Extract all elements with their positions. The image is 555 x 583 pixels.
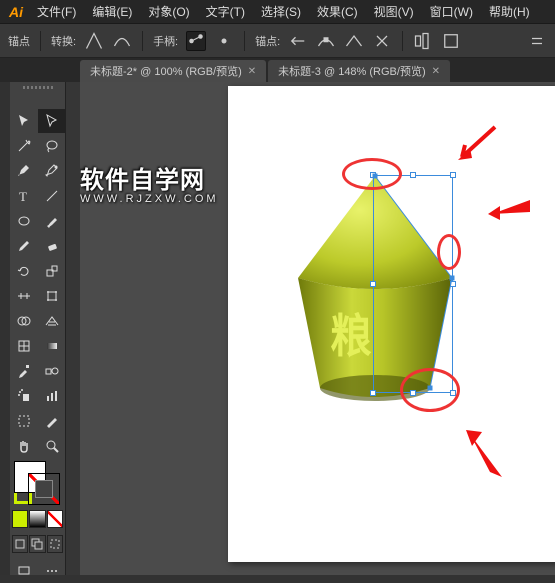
gutter [66,82,80,575]
line-segment-tool[interactable] [38,184,65,208]
hide-handles-icon[interactable] [214,31,234,51]
grain-text: 粮 [330,300,371,366]
close-icon[interactable]: ✕ [432,66,440,77]
direct-selection-tool[interactable] [38,109,65,133]
menu-effect[interactable]: 效果(C) [310,0,365,23]
lasso-tool[interactable] [38,134,65,158]
anchor-point-label: 锚点 [8,33,30,49]
eyedropper-tool[interactable] [10,359,37,383]
draw-normal-icon[interactable] [12,535,28,553]
convert-label: 转换: [51,33,76,49]
edit-toolbar-icon[interactable] [38,559,65,583]
color-swatches[interactable] [10,459,65,505]
draw-behind-icon[interactable] [29,535,45,553]
selection-handle[interactable] [370,390,376,396]
annotation-circle [400,368,460,412]
hand-tool[interactable] [10,434,37,458]
remove-anchor-icon[interactable] [288,31,308,51]
tab-document-2[interactable]: 未标题-3 @ 148% (RGB/预览) ✕ [268,60,450,82]
draw-inside-icon[interactable] [47,535,63,553]
mesh-tool[interactable] [10,334,37,358]
control-bar: 锚点 转换: 手柄: 锚点: [0,24,555,58]
ellipse-tool[interactable] [10,209,37,233]
menu-file[interactable]: 文件(F) [30,0,83,23]
stroke-swatch[interactable] [28,473,60,505]
column-graph-tool[interactable] [38,384,65,408]
annotation-arrow-icon [482,192,532,232]
align-icon[interactable] [413,31,433,51]
selection-handle[interactable] [450,281,456,287]
rotate-tool[interactable] [10,259,37,283]
tab-label: 未标题-2* @ 100% (RGB/预览) [90,63,242,79]
tab-label: 未标题-3 @ 148% (RGB/预览) [278,63,425,79]
eraser-tool[interactable] [38,234,65,258]
annotation-arrow-icon [460,422,510,482]
curvature-tool[interactable] [38,159,65,183]
scale-tool[interactable] [38,259,65,283]
menu-object[interactable]: 对象(O) [141,0,196,23]
selection-handle[interactable] [370,281,376,287]
menu-type[interactable]: 文字(T) [199,0,252,23]
zoom-tool[interactable] [38,434,65,458]
artboard-tool[interactable] [10,409,37,433]
menu-edit[interactable]: 编辑(E) [85,0,139,23]
menu-select[interactable]: 选择(S) [254,0,308,23]
cut-path-icon[interactable] [372,31,392,51]
none-mode-icon[interactable] [47,510,63,528]
perspective-grid-tool[interactable] [38,309,65,333]
panel-strip [0,82,10,575]
draw-mode-row [10,534,65,554]
selection-box[interactable] [373,175,453,393]
color-mode-row [10,509,65,529]
connect-anchor-icon[interactable] [344,31,364,51]
width-tool[interactable] [10,284,37,308]
flyout-icon[interactable] [527,31,547,51]
gradient-tool[interactable] [38,334,65,358]
shape-builder-tool[interactable] [10,309,37,333]
annotation-arrow-icon [450,122,500,172]
type-tool[interactable]: T [10,184,37,208]
menu-window[interactable]: 窗口(W) [423,0,480,23]
menu-help[interactable]: 帮助(H) [482,0,537,23]
menu-view[interactable]: 视图(V) [367,0,421,23]
selection-tool[interactable] [10,109,37,133]
symbol-sprayer-tool[interactable] [10,384,37,408]
show-handles-icon[interactable] [186,31,206,51]
close-icon[interactable]: ✕ [248,66,256,77]
watermark-title: 软件自学网 [80,167,205,194]
tab-document-1[interactable]: 未标题-2* @ 100% (RGB/预览) ✕ [80,60,266,82]
handles-label: 手柄: [153,33,178,49]
convert-smooth-icon[interactable] [112,31,132,51]
blend-tool[interactable] [38,359,65,383]
convert-corner-icon[interactable] [84,31,104,51]
selection-handle[interactable] [410,172,416,178]
screen-mode-icon[interactable] [10,559,37,583]
svg-text:T: T [19,189,27,204]
app-logo-icon: Ai [4,2,28,22]
menubar: Ai 文件(F) 编辑(E) 对象(O) 文字(T) 选择(S) 效果(C) 视… [0,0,555,24]
isolate-icon[interactable] [441,31,461,51]
document-tabs: 未标题-2* @ 100% (RGB/预览) ✕ 未标题-3 @ 148% (R… [0,58,555,82]
add-anchor-icon[interactable] [316,31,336,51]
anchor-point[interactable] [450,276,455,281]
canvas[interactable]: 粮 软件自学网 WWW.RJZXW.COM [80,82,555,575]
selection-handle[interactable] [450,172,456,178]
paintbrush-tool[interactable] [38,209,65,233]
annotation-circle [342,158,402,190]
anchors-label: 锚点: [255,33,280,49]
slice-tool[interactable] [38,409,65,433]
annotation-circle [437,234,461,270]
toolbox-grip-icon[interactable] [10,84,65,90]
free-transform-tool[interactable] [38,284,65,308]
toolbox: T [10,82,66,575]
pencil-tool[interactable] [10,234,37,258]
pen-tool[interactable] [10,159,37,183]
magic-wand-tool[interactable] [10,134,37,158]
main-area: T [0,82,555,575]
color-mode-icon[interactable] [12,510,28,528]
gradient-mode-icon[interactable] [29,510,45,528]
